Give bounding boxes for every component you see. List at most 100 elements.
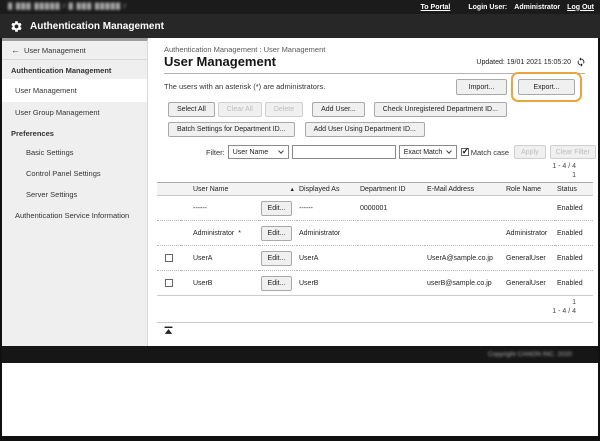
- action-button-row-1: Select All Clear All Delete Add User... …: [168, 102, 507, 117]
- check-unregistered-department-id-button[interactable]: Check Unregistered Department ID...: [374, 102, 507, 117]
- cell-department-id: [358, 221, 425, 246]
- cell-user-name: Administrator: [193, 230, 234, 237]
- action-button-row-2: Batch Settings for Department ID... Add …: [168, 122, 425, 137]
- breadcrumb: Authentication Management : User Managem…: [164, 45, 325, 54]
- to-portal-link[interactable]: To Portal: [421, 4, 451, 11]
- export-button[interactable]: Export...: [518, 79, 575, 95]
- sidebar-section-preferences: Preferences: [2, 123, 147, 142]
- col-header-user-name: User Name: [181, 183, 259, 196]
- col-header-department-id: Department ID: [358, 183, 425, 196]
- filter-field-value: User Name: [233, 149, 268, 156]
- pagination-page-number[interactable]: 1: [552, 171, 576, 180]
- filter-field-select[interactable]: User Name: [228, 145, 289, 159]
- cell-department-id: [358, 246, 425, 271]
- user-table: User Name ▲ Displayed As Department ID E…: [157, 182, 593, 296]
- sidebar-item-basic-settings[interactable]: Basic Settings: [2, 142, 147, 163]
- cell-displayed-as: ------: [297, 196, 358, 221]
- sidebar: ← User Management Authentication Managem…: [2, 38, 148, 346]
- import-button[interactable]: Import...: [456, 79, 507, 95]
- updated-timestamp: Updated: 19/01 2021 15:05:20: [476, 59, 571, 66]
- pagination-top: 1 - 4 / 4 1: [552, 162, 576, 180]
- cell-role-name: [504, 196, 555, 221]
- cell-role-name: Administrator: [504, 221, 555, 246]
- col-header-role-name: Role Name: [504, 183, 555, 196]
- filter-keyword-input[interactable]: [292, 145, 396, 159]
- filter-match-value: Exact Match: [404, 149, 443, 156]
- app-title: Authentication Management: [30, 21, 164, 32]
- table-row: ------ Edit... ------ 0000001 Enabled: [157, 196, 593, 221]
- apply-filter-button[interactable]: Apply: [514, 145, 546, 159]
- sidebar-item-user-group-management[interactable]: User Group Management: [2, 102, 147, 123]
- add-user-button[interactable]: Add User...: [312, 102, 365, 117]
- sidebar-item-user-management[interactable]: User Management: [2, 79, 147, 102]
- clear-all-button[interactable]: Clear All: [218, 102, 262, 117]
- filter-label: Filter:: [206, 148, 225, 157]
- col-header-status: Status: [555, 183, 593, 196]
- login-user-value: Administrator: [514, 4, 560, 11]
- table-row: UserB Edit... UserB userB@sample.co.jp G…: [157, 271, 593, 296]
- sidebar-back-label: User Management: [24, 46, 86, 55]
- sidebar-item-server-settings[interactable]: Server Settings: [2, 184, 147, 205]
- screen: █ ███ █████ / █ ███ █████ / To Portal Lo…: [0, 0, 600, 441]
- admin-asterisk: *: [238, 230, 241, 237]
- col-header-email: E-Mail Address: [425, 183, 504, 196]
- page-title: User Management: [164, 54, 276, 69]
- login-user-label: Login User:: [468, 4, 507, 11]
- cell-email: [425, 221, 504, 246]
- cell-displayed-as: UserA: [297, 246, 358, 271]
- cell-status: Enabled: [555, 271, 593, 296]
- row-checkbox[interactable]: [165, 254, 173, 262]
- cell-email: [425, 196, 504, 221]
- filter-match-select[interactable]: Exact Match: [399, 145, 457, 159]
- page-body: ← User Management Authentication Managem…: [2, 38, 598, 346]
- pagination-range: 1 - 4 / 4: [552, 307, 576, 316]
- match-case-checkbox[interactable]: [461, 148, 469, 156]
- select-all-button[interactable]: Select All: [168, 102, 215, 117]
- col-header-checkbox: [157, 183, 181, 196]
- sidebar-item-control-panel-settings[interactable]: Control Panel Settings: [2, 163, 147, 184]
- sidebar-back-link[interactable]: ← User Management: [2, 41, 147, 60]
- top-bar: █ ███ █████ / █ ███ █████ / To Portal Lo…: [0, 0, 600, 14]
- filter-row: Filter: User Name Exact Match Match case…: [149, 145, 598, 159]
- sidebar-item-authentication-service-information[interactable]: Authentication Service Information: [2, 205, 147, 226]
- cell-user-name: UserA: [193, 255, 212, 262]
- back-arrow-icon: ←: [11, 45, 20, 55]
- pagination-page-number[interactable]: 1: [552, 298, 576, 307]
- cell-email: UserA@sample.co.jp: [425, 246, 504, 271]
- device-info-redacted: █ ███ █████ / █ ███ █████ /: [8, 4, 127, 10]
- edit-user-button[interactable]: Edit...: [261, 276, 292, 291]
- refresh-icon[interactable]: [576, 57, 586, 69]
- admin-note: The users with an asterisk (*) are admin…: [164, 82, 325, 91]
- main-content: Authentication Management : User Managem…: [149, 38, 598, 346]
- cell-displayed-as: Administrator: [297, 221, 358, 246]
- edit-user-button[interactable]: Edit...: [261, 201, 292, 216]
- copyright-text: Copyright CANON INC. 2020: [488, 351, 572, 358]
- edit-user-button[interactable]: Edit...: [261, 251, 292, 266]
- cell-displayed-as: UserB: [297, 271, 358, 296]
- bottom-divider: [157, 322, 593, 323]
- sort-ascending-icon[interactable]: ▲: [290, 187, 295, 193]
- sidebar-section-authentication-management: Authentication Management: [2, 60, 147, 79]
- cell-user-name: UserB: [193, 280, 212, 287]
- row-checkbox-cell: [157, 221, 181, 246]
- pagination-range: 1 - 4 / 4: [552, 162, 576, 171]
- cell-user-name: ------: [193, 205, 207, 212]
- edit-user-button[interactable]: Edit...: [261, 226, 292, 241]
- row-checkbox-cell: [157, 196, 181, 221]
- clear-filter-button[interactable]: Clear Filter: [550, 145, 596, 159]
- scroll-to-top-icon[interactable]: [164, 326, 173, 337]
- cell-status: Enabled: [555, 221, 593, 246]
- footer-bar: Copyright CANON INC. 2020: [2, 346, 598, 363]
- title-divider: [164, 73, 585, 74]
- log-out-link[interactable]: Log Out: [567, 4, 594, 11]
- delete-button[interactable]: Delete: [265, 102, 303, 117]
- table-header-row: User Name ▲ Displayed As Department ID E…: [157, 183, 593, 196]
- cell-role-name: GeneralUser: [504, 246, 555, 271]
- table-row: UserA Edit... UserA UserA@sample.co.jp G…: [157, 246, 593, 271]
- pagination-bottom: 1 1 - 4 / 4: [552, 298, 576, 316]
- add-user-using-department-id-button[interactable]: Add User Using Department ID...: [305, 122, 425, 137]
- cell-role-name: GeneralUser: [504, 271, 555, 296]
- match-case-label: Match case: [471, 148, 509, 157]
- batch-settings-department-id-button[interactable]: Batch Settings for Department ID...: [168, 122, 295, 137]
- row-checkbox[interactable]: [165, 279, 173, 287]
